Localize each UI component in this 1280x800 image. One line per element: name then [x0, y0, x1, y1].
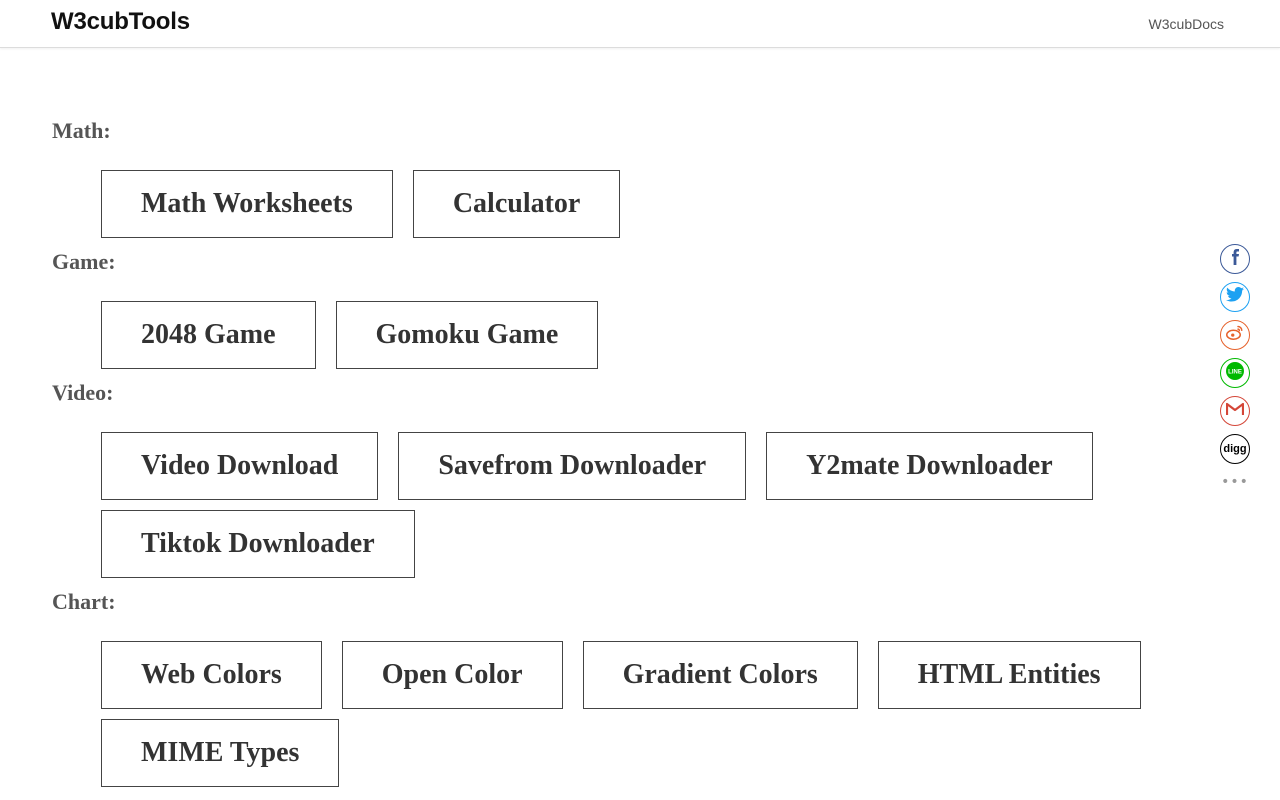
section-title-math: Math: [52, 118, 111, 143]
facebook-icon [1228, 248, 1242, 270]
gmail-share-button[interactable] [1220, 396, 1250, 426]
y2mate-downloader-button[interactable]: Y2mate Downloader [766, 432, 1093, 500]
digg-share-button[interactable]: digg [1220, 434, 1250, 464]
twitter-icon [1226, 287, 1244, 307]
html-entities-button[interactable]: HTML Entities [877, 641, 1141, 709]
calculator-button[interactable]: Calculator [412, 170, 621, 238]
brand-logo-link[interactable]: W3cubTools [51, 8, 190, 36]
math-tools: Math Worksheets Calculator [52, 170, 1201, 238]
docs-link[interactable]: W3cubDocs [1149, 16, 1224, 32]
game-tools: 2048 Game Gomoku Game [52, 301, 1201, 369]
section-title-video: Video: [52, 380, 114, 405]
2048-game-button[interactable]: 2048 Game [101, 301, 316, 369]
facebook-share-button[interactable] [1220, 244, 1250, 274]
math-worksheets-button[interactable]: Math Worksheets [101, 170, 393, 238]
mime-types-button[interactable]: MIME Types [101, 719, 340, 787]
video-tools: Video Download Savefrom Downloader Y2mat… [52, 432, 1201, 578]
social-share-bar: LINE digg ••• [1219, 244, 1251, 492]
video-download-button[interactable]: Video Download [101, 432, 379, 500]
chart-tools: Web Colors Open Color Gradient Colors HT… [52, 641, 1201, 787]
twitter-share-button[interactable] [1220, 282, 1250, 312]
svg-text:LINE: LINE [1228, 369, 1242, 375]
weibo-share-button[interactable] [1220, 320, 1250, 350]
line-share-button[interactable]: LINE [1220, 358, 1250, 388]
top-navbar: W3cubTools W3cubDocs [0, 0, 1280, 48]
gomoku-game-button[interactable]: Gomoku Game [335, 301, 599, 369]
tiktok-downloader-button[interactable]: Tiktok Downloader [101, 510, 415, 578]
line-icon: LINE [1225, 361, 1245, 386]
open-color-button[interactable]: Open Color [341, 641, 563, 709]
gradient-colors-button[interactable]: Gradient Colors [582, 641, 858, 709]
web-colors-button[interactable]: Web Colors [101, 641, 322, 709]
tools-content: Math: Math Worksheets Calculator Game: 2… [52, 117, 1192, 797]
gmail-icon [1225, 402, 1245, 421]
digg-icon: digg [1223, 443, 1247, 455]
savefrom-downloader-button[interactable]: Savefrom Downloader [398, 432, 747, 500]
section-title-game: Game: [52, 249, 116, 274]
section-title-chart: Chart: [52, 589, 116, 614]
weibo-icon [1226, 325, 1244, 345]
more-share-icon[interactable]: ••• [1220, 472, 1250, 492]
